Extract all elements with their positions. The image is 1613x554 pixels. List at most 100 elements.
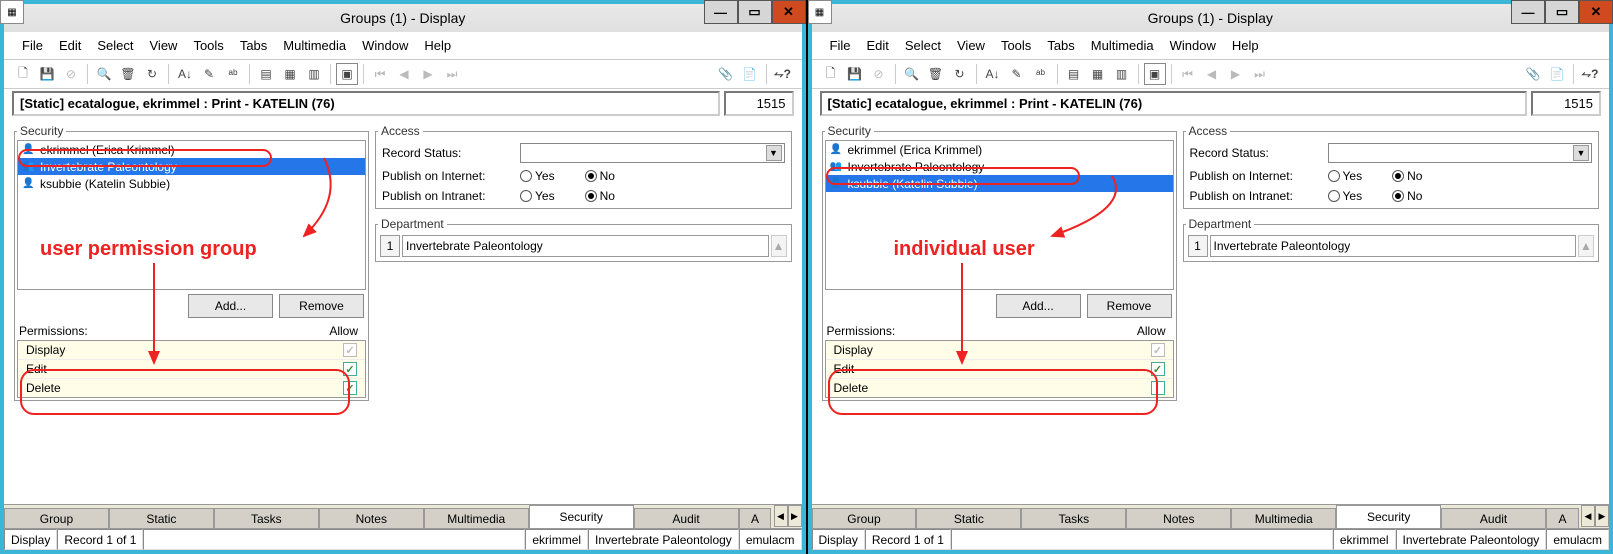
radio-intranet-no[interactable]: No [585, 189, 615, 203]
new-icon[interactable]: 🗋 [12, 63, 34, 85]
next-icon[interactable]: ▶ [1225, 63, 1247, 85]
grid-icon[interactable]: ▦ [1087, 63, 1109, 85]
list-icon[interactable]: ▥ [303, 63, 325, 85]
menu-tools[interactable]: Tools [187, 36, 229, 55]
spell-icon[interactable]: ᵃᵇ [1030, 63, 1052, 85]
security-list[interactable]: 👤ekrimmel (Erica Krimmel) 👥Invertebrate … [825, 140, 1174, 290]
save-icon[interactable]: 💾 [844, 63, 866, 85]
security-item-user[interactable]: 👤ksubbie (Katelin Subbie) [826, 175, 1173, 192]
tab-notes[interactable]: Notes [1126, 508, 1231, 528]
menu-tabs[interactable]: Tabs [1041, 36, 1080, 55]
tab-scroll-left[interactable]: ◀ [774, 505, 788, 527]
first-icon[interactable]: ⏮ [369, 63, 391, 85]
security-item-user[interactable]: 👤ksubbie (Katelin Subbie) [18, 175, 365, 192]
menu-select[interactable]: Select [91, 36, 139, 55]
menu-tools[interactable]: Tools [995, 36, 1037, 55]
first-icon[interactable]: ⏮ [1177, 63, 1199, 85]
close-button[interactable]: ✕ [1579, 0, 1613, 24]
menu-select[interactable]: Select [899, 36, 947, 55]
report-icon[interactable]: ▤ [255, 63, 277, 85]
close-button[interactable]: ✕ [772, 0, 806, 24]
tab-admin[interactable]: A [1546, 508, 1579, 528]
tab-group[interactable]: Group [812, 508, 917, 528]
sort-icon[interactable]: A↓ [982, 63, 1004, 85]
discard-icon[interactable]: 🗑 [117, 63, 139, 85]
menu-multimedia[interactable]: Multimedia [1085, 36, 1160, 55]
tab-admin[interactable]: A [739, 508, 772, 528]
security-item-group[interactable]: 👥Invertebrate Paleontology [826, 158, 1173, 175]
tab-tasks[interactable]: Tasks [1021, 508, 1126, 528]
search-icon[interactable]: 🔍 [93, 63, 115, 85]
radio-internet-yes[interactable]: Yes [1328, 169, 1363, 183]
security-item-user[interactable]: 👤ekrimmel (Erica Krimmel) [18, 141, 365, 158]
record-status-select[interactable]: ▼ [1328, 143, 1593, 163]
scroll-icon[interactable]: ▲ [1578, 235, 1594, 257]
page-icon[interactable]: ▣ [336, 63, 358, 85]
grid-icon[interactable]: ▦ [279, 63, 301, 85]
add-button[interactable]: Add... [188, 294, 273, 318]
record-status-select[interactable]: ▼ [520, 143, 785, 163]
tab-audit[interactable]: Audit [634, 508, 739, 528]
checkbox-delete[interactable] [1151, 381, 1165, 395]
tab-scroll-right[interactable]: ▶ [1595, 505, 1609, 527]
prev-icon[interactable]: ◀ [393, 63, 415, 85]
tab-security[interactable]: Security [1336, 505, 1441, 528]
help-icon[interactable]: ⥊? [772, 63, 794, 85]
tab-static[interactable]: Static [916, 508, 1021, 528]
menu-help[interactable]: Help [418, 36, 457, 55]
list-icon[interactable]: ▥ [1111, 63, 1133, 85]
menu-window[interactable]: Window [356, 36, 414, 55]
checkbox-edit[interactable]: ✓ [343, 362, 357, 376]
cancel-icon[interactable]: ⊘ [868, 63, 890, 85]
retrieve-icon[interactable]: ↻ [949, 63, 971, 85]
tab-group[interactable]: Group [4, 508, 109, 528]
radio-intranet-yes[interactable]: Yes [520, 189, 555, 203]
radio-internet-no[interactable]: No [585, 169, 615, 183]
attach-icon[interactable]: 📎 [1522, 63, 1544, 85]
checkbox-edit[interactable]: ✓ [1151, 362, 1165, 376]
attach-icon[interactable]: 📎 [715, 63, 737, 85]
report-icon[interactable]: ▤ [1063, 63, 1085, 85]
last-icon[interactable]: ⏭ [441, 63, 463, 85]
menu-tabs[interactable]: Tabs [234, 36, 273, 55]
prev-icon[interactable]: ◀ [1201, 63, 1223, 85]
checkbox-display[interactable]: ✓ [1151, 343, 1165, 357]
attach2-icon[interactable]: 📄 [1546, 63, 1568, 85]
save-icon[interactable]: 💾 [36, 63, 58, 85]
minimize-button[interactable]: — [704, 0, 738, 24]
spell-icon[interactable]: ᵃᵇ [222, 63, 244, 85]
last-icon[interactable]: ⏭ [1249, 63, 1271, 85]
radio-intranet-yes[interactable]: Yes [1328, 189, 1363, 203]
cancel-icon[interactable]: ⊘ [60, 63, 82, 85]
tab-multimedia[interactable]: Multimedia [1231, 508, 1336, 528]
security-list[interactable]: 👤ekrimmel (Erica Krimmel) 👥Invertebrate … [17, 140, 366, 290]
tab-scroll-left[interactable]: ◀ [1581, 505, 1595, 527]
ditto-icon[interactable]: ✎ [1006, 63, 1028, 85]
tab-scroll-right[interactable]: ▶ [788, 505, 802, 527]
menu-window[interactable]: Window [1164, 36, 1222, 55]
department-value[interactable]: Invertebrate Paleontology [1210, 235, 1577, 257]
search-icon[interactable]: 🔍 [901, 63, 923, 85]
maximize-button[interactable]: ▭ [738, 0, 772, 24]
menu-view[interactable]: View [144, 36, 184, 55]
attach2-icon[interactable]: 📄 [739, 63, 761, 85]
radio-intranet-no[interactable]: No [1392, 189, 1422, 203]
tab-static[interactable]: Static [109, 508, 214, 528]
tab-notes[interactable]: Notes [319, 508, 424, 528]
radio-internet-no[interactable]: No [1392, 169, 1422, 183]
checkbox-delete[interactable]: ✓ [343, 381, 357, 395]
maximize-button[interactable]: ▭ [1545, 0, 1579, 24]
menu-view[interactable]: View [951, 36, 991, 55]
page-icon[interactable]: ▣ [1144, 63, 1166, 85]
add-button[interactable]: Add... [996, 294, 1081, 318]
ditto-icon[interactable]: ✎ [198, 63, 220, 85]
menu-multimedia[interactable]: Multimedia [277, 36, 352, 55]
security-item-user[interactable]: 👤ekrimmel (Erica Krimmel) [826, 141, 1173, 158]
next-icon[interactable]: ▶ [417, 63, 439, 85]
scroll-icon[interactable]: ▲ [771, 235, 787, 257]
security-item-group[interactable]: 👥Invertebrate Paleontology [18, 158, 365, 175]
sort-icon[interactable]: A↓ [174, 63, 196, 85]
help-icon[interactable]: ⥊? [1579, 63, 1601, 85]
new-icon[interactable]: 🗋 [820, 63, 842, 85]
tab-audit[interactable]: Audit [1441, 508, 1546, 528]
